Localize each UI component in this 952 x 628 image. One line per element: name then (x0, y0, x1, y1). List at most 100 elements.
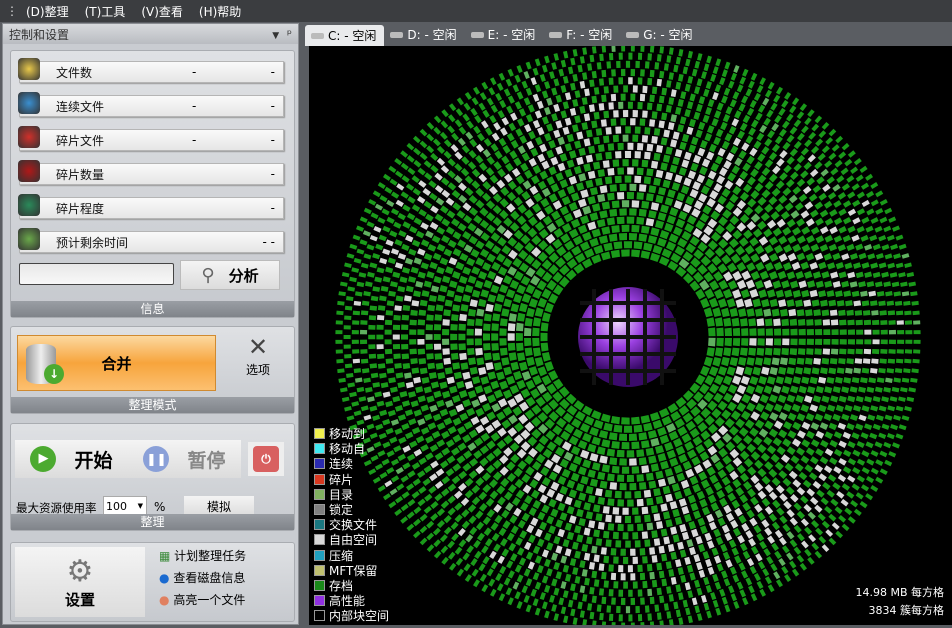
merge-button[interactable]: ↓ 合并 (17, 335, 216, 391)
cluster-cell (738, 515, 746, 524)
schedule-link[interactable]: ▦ 计划整理任务 (159, 547, 246, 564)
cluster-cell (794, 525, 802, 533)
cluster-cell (669, 619, 674, 625)
cluster-cell (347, 382, 355, 387)
disk-map[interactable] (309, 46, 952, 625)
max-usage-select[interactable]: 100▼ (103, 496, 147, 516)
cluster-cell (679, 524, 686, 532)
cluster-cell (475, 477, 484, 486)
cluster-cell (570, 558, 577, 566)
cluster-cell (679, 167, 687, 176)
cluster-cell (424, 201, 433, 209)
cluster-cell (741, 142, 749, 151)
cluster-cell (684, 152, 692, 161)
cluster-cell (765, 159, 773, 168)
tab-drive[interactable]: G: - 空闲 (620, 26, 700, 46)
cluster-cell (474, 228, 483, 237)
cluster-cell (496, 294, 505, 303)
cluster-cell (623, 85, 628, 92)
cluster-cell (488, 371, 497, 380)
pin-icon[interactable]: ᵖ (287, 27, 292, 41)
cluster-cell (441, 235, 450, 243)
cluster-cell (905, 340, 912, 344)
cluster-cell (898, 272, 906, 277)
cluster-cell (771, 454, 780, 463)
start-button[interactable]: ▶开始 (15, 440, 128, 478)
cluster-cell (869, 235, 877, 242)
cluster-cell (810, 377, 818, 384)
cluster-cell (499, 566, 506, 574)
cluster-cell (854, 158, 862, 165)
info-row-value2: - - (263, 235, 275, 249)
simulate-button[interactable]: 模拟 (184, 496, 254, 516)
cluster-cell (433, 391, 441, 399)
cluster-cell (607, 474, 615, 482)
highlight-file-link[interactable]: ● 高亮一个文件 (159, 591, 245, 608)
cluster-cell (903, 368, 910, 373)
dropdown-icon[interactable]: ▼ (272, 31, 279, 41)
cluster-cell (761, 453, 770, 462)
cluster-cell (773, 95, 780, 103)
tab-drive[interactable]: F: - 空闲 (543, 26, 620, 46)
tab-drive[interactable]: E: - 空闲 (465, 26, 544, 46)
settings-button[interactable]: ⚙设置 (15, 547, 145, 617)
disk-info-link[interactable]: ● 查看磁盘信息 (159, 569, 245, 586)
cluster-cell (584, 113, 590, 121)
cluster-cell (871, 468, 879, 475)
cluster-cell (638, 589, 643, 596)
cluster-cell (875, 477, 883, 484)
cluster-cell (649, 572, 655, 580)
cluster-cell (699, 166, 708, 175)
cluster-cell (618, 77, 623, 84)
cluster-cell (385, 330, 392, 335)
tab-drive[interactable]: D: - 空闲 (384, 26, 464, 46)
cluster-cell (854, 509, 862, 516)
stop-button[interactable]: ⏻ (248, 442, 284, 476)
cluster-cell (482, 262, 491, 271)
cluster-cell (418, 168, 426, 176)
cluster-cell (464, 421, 473, 430)
cluster-cell (831, 349, 838, 355)
menu-help[interactable]: (H)帮助 (199, 3, 241, 20)
cluster-cell (801, 126, 809, 134)
cluster-cell (846, 423, 854, 430)
cluster-cell (664, 223, 673, 232)
cluster-cell (788, 413, 797, 422)
analyze-button[interactable]: ⚲分析 (180, 260, 280, 290)
menu-defrag[interactable]: (D)整理 (26, 3, 69, 20)
cluster-cell (822, 521, 830, 529)
cluster-cell (784, 290, 792, 298)
cluster-cell (377, 344, 384, 349)
cluster-cell (551, 211, 561, 221)
cluster-cell (867, 253, 875, 259)
cluster-cell (722, 477, 731, 486)
cluster-cell (511, 140, 519, 149)
cluster-cell (913, 320, 920, 324)
cluster-cell (589, 587, 595, 595)
tab-drive[interactable]: C: - 空闲 (305, 25, 384, 46)
cluster-cell (889, 320, 896, 325)
cluster-cell (804, 271, 813, 279)
menu-view[interactable]: (V)查看 (141, 3, 183, 20)
cluster-cell (615, 516, 621, 523)
cluster-cell (558, 598, 564, 606)
cluster-cell (526, 525, 534, 534)
pause-button[interactable]: ❚❚暂停 (128, 440, 241, 478)
cluster-cell (714, 183, 723, 192)
cluster-cell (657, 612, 662, 620)
cluster-cell (783, 403, 792, 412)
cluster-cell (824, 413, 833, 421)
cluster-cell (730, 567, 737, 575)
cluster-cell (533, 94, 540, 102)
cluster-cell (338, 378, 346, 383)
cluster-cell (820, 244, 829, 252)
cluster-cell (800, 103, 807, 111)
cluster-cell (792, 438, 801, 447)
cluster-cell (835, 136, 843, 144)
options-button[interactable]: ✕ 选项 (233, 333, 283, 378)
cluster-cell (774, 245, 783, 254)
legend-item: MFT保留 (314, 563, 389, 578)
progress-field[interactable] (19, 263, 174, 285)
info-icon: ● (159, 571, 169, 585)
menu-tools[interactable]: (T)工具 (85, 3, 126, 20)
